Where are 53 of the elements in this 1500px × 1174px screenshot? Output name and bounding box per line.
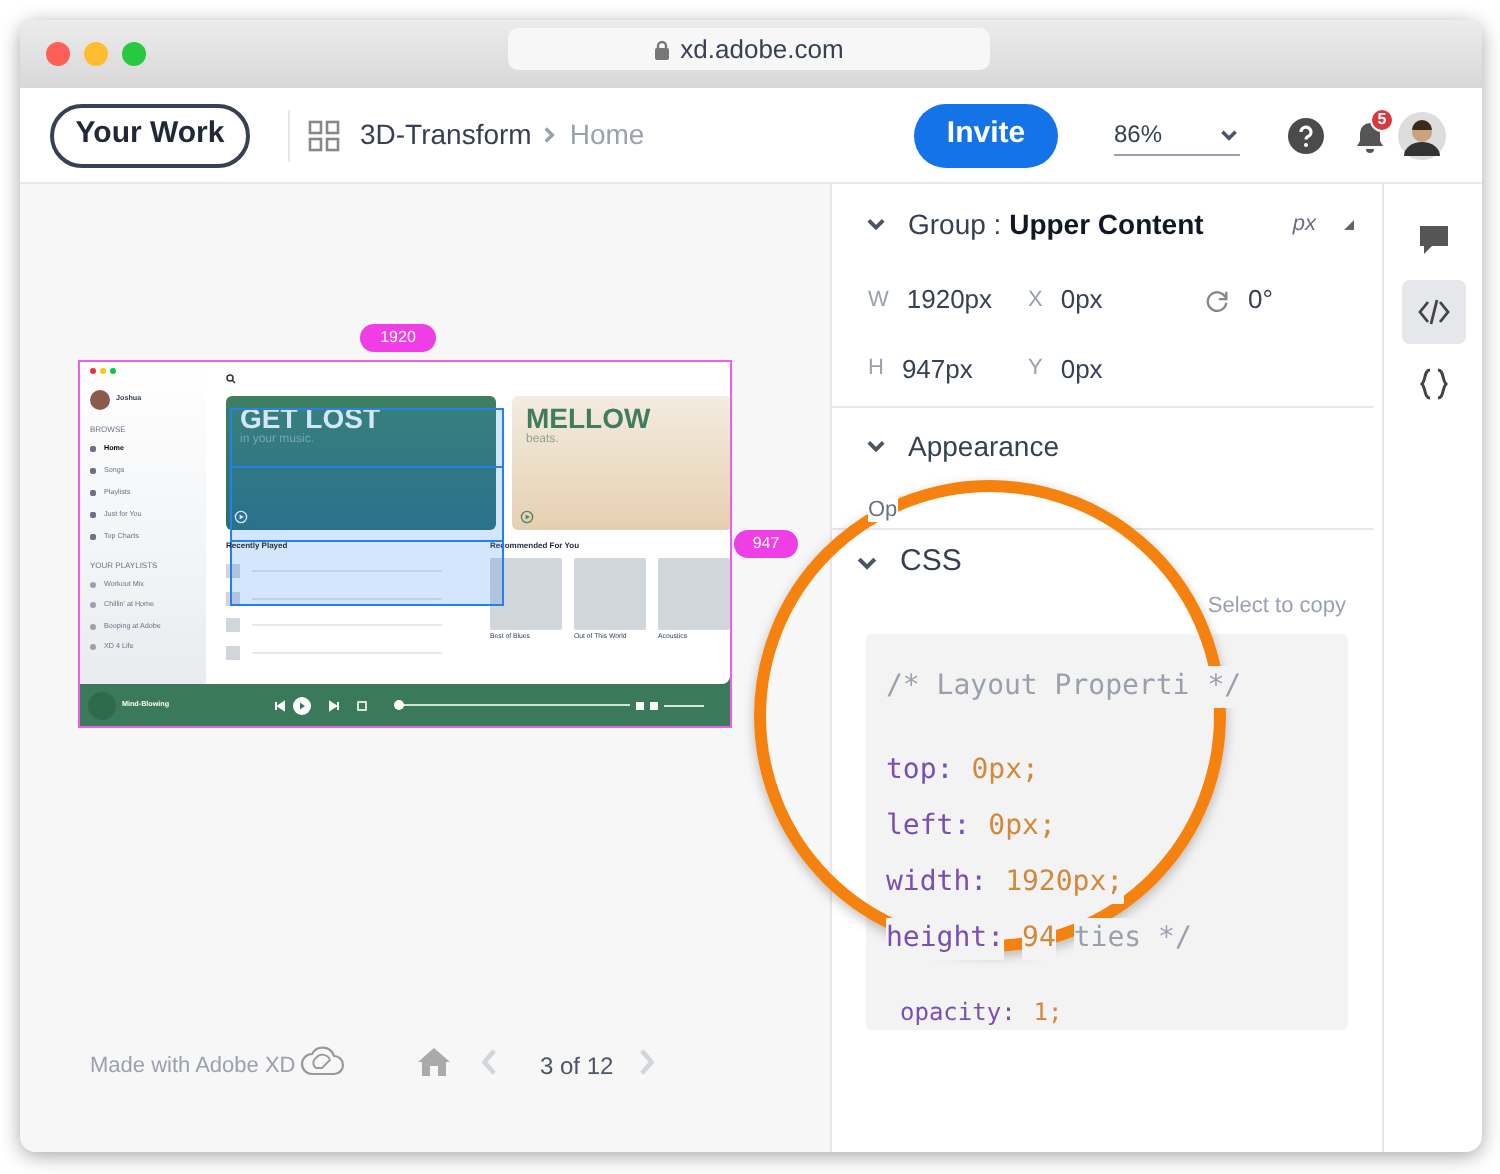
- your-work-button[interactable]: Your Work: [50, 103, 250, 167]
- height-badge: 947: [734, 530, 798, 558]
- creative-cloud-icon[interactable]: [300, 1046, 346, 1078]
- nav-icon: [90, 512, 96, 518]
- help-icon[interactable]: [1288, 117, 1324, 153]
- breadcrumb-link[interactable]: 3D-Transform: [360, 114, 532, 156]
- progress-thumb[interactable]: [394, 700, 405, 710]
- rotation-value[interactable]: 0°: [1248, 280, 1273, 320]
- home-icon[interactable]: [416, 1046, 452, 1078]
- field-label: W: [868, 285, 889, 316]
- field-value[interactable]: 1920px: [906, 280, 993, 320]
- field-value[interactable]: 947px: [901, 349, 973, 389]
- notification-badge: 5: [1370, 108, 1394, 132]
- dropdown-triangle-icon: [1344, 219, 1354, 229]
- field-label: H: [868, 354, 884, 385]
- field-value[interactable]: 0px: [1060, 280, 1103, 320]
- opacity-label: Op: [868, 498, 898, 522]
- code-text: */: [1207, 665, 1242, 707]
- group-title: Group : Upper Content: [908, 205, 1204, 244]
- field-label: X: [1028, 285, 1043, 316]
- section-title: Appearance: [908, 427, 1060, 466]
- lock-icon: [654, 39, 671, 59]
- nav-icon: [90, 490, 96, 496]
- zoom-dropdown[interactable]: 86%: [1114, 115, 1240, 155]
- address-bar[interactable]: xd.adobe.com: [508, 28, 990, 70]
- search-icon: [226, 374, 236, 384]
- hero-title: MELLOW: [526, 404, 653, 434]
- album-thumbnail[interactable]: [574, 558, 646, 630]
- nav-icon: [90, 468, 96, 474]
- nav-icon: [90, 534, 96, 540]
- close-window-button[interactable]: [46, 42, 70, 66]
- unit-dropdown[interactable]: px: [1292, 207, 1316, 241]
- code-block[interactable]: /* Layout Properti */ top: 0px; left: 0px; width: 1920px; height: 94 ties */ opacity: 1;: [866, 634, 1348, 1030]
- section-title: CSS: [900, 541, 962, 582]
- grid-icon[interactable]: [308, 119, 340, 151]
- album-thumbnail[interactable]: [658, 558, 730, 630]
- invite-button[interactable]: Invite: [914, 103, 1058, 167]
- user-avatar: [90, 390, 110, 410]
- breadcrumb-current: Home: [569, 116, 645, 154]
- made-with-text: Made with Adobe XD: [90, 1052, 296, 1082]
- width-badge: 1920: [360, 324, 436, 352]
- nav-icon: [90, 446, 96, 452]
- rotate-icon: [1204, 287, 1230, 313]
- album-thumbnail[interactable]: [490, 558, 562, 630]
- code-tab[interactable]: [1401, 280, 1465, 344]
- select-to-copy-hint: Select to copy: [1207, 592, 1346, 622]
- field-label: Y: [1028, 354, 1043, 385]
- artboard[interactable]: [78, 360, 732, 728]
- field-value[interactable]: 0px: [1060, 349, 1103, 389]
- page-counter: 3 of 12: [540, 1050, 614, 1084]
- avatar[interactable]: [1398, 111, 1446, 159]
- maximize-window-button[interactable]: [122, 42, 146, 66]
- play-icon[interactable]: [520, 510, 534, 524]
